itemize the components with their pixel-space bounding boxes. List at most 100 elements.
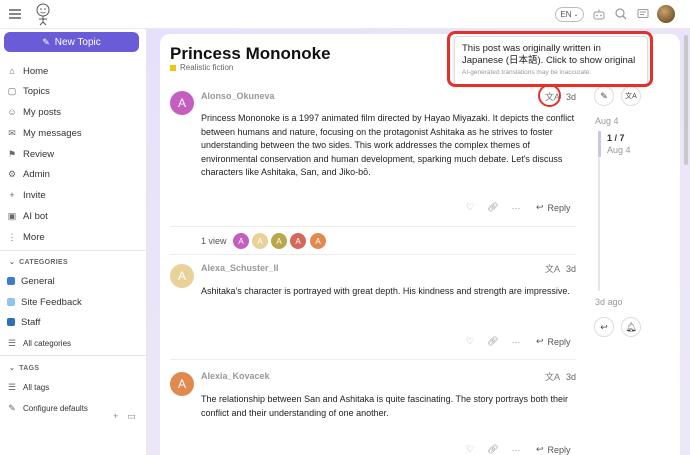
- sidebar-item-review[interactable]: ⚑ Review: [7, 146, 54, 162]
- new-topic-button[interactable]: ✎ New Topic: [4, 32, 139, 52]
- edit-topic-button[interactable]: ✎: [594, 86, 614, 106]
- language-label: EN: [560, 10, 572, 19]
- chevron-down-icon: ⌄: [9, 259, 16, 266]
- topic-category-badge[interactable]: Realistic fiction: [170, 63, 233, 72]
- sidebar-item-admin[interactable]: ⚙ Admin: [7, 166, 50, 182]
- pencil-icon: ✎: [8, 402, 16, 413]
- category-color-icon: [7, 277, 15, 285]
- post-username[interactable]: Alexa_Schuster_II: [201, 263, 279, 273]
- avatar[interactable]: A: [290, 233, 306, 249]
- sidebar-item-label: All tags: [23, 382, 50, 392]
- post-username[interactable]: Alonso_Okuneva: [201, 91, 275, 101]
- reply-topic-button[interactable]: ↩: [594, 317, 614, 337]
- sidebar-item-invite[interactable]: + Invite: [7, 187, 45, 203]
- user-icon: ☺: [7, 107, 17, 117]
- heart-icon[interactable]: ♡: [466, 336, 474, 347]
- reply-label: Reply: [547, 202, 571, 213]
- view-count: 1 view: [201, 236, 227, 246]
- sidebar-item-my-posts[interactable]: ☺ My posts: [7, 104, 61, 120]
- user-avatar[interactable]: [657, 5, 675, 23]
- post-meta: 文A 3d: [545, 262, 576, 275]
- site-logo-icon[interactable]: [33, 2, 53, 26]
- avatar[interactable]: A: [170, 91, 194, 115]
- sidebar-item-label: Topics: [23, 85, 50, 97]
- link-icon[interactable]: 🔗︎: [487, 336, 498, 347]
- search-icon[interactable]: [614, 7, 628, 21]
- reply-button[interactable]: ↩ Reply: [536, 202, 571, 213]
- sidebar-item-home[interactable]: ⌂ Home: [7, 63, 48, 79]
- hamburger-menu-icon[interactable]: [9, 9, 21, 19]
- translate-icon[interactable]: 文A: [545, 262, 560, 275]
- reply-icon: ↩: [536, 202, 544, 212]
- tags-section-header[interactable]: ⌄ TAGS: [9, 364, 39, 373]
- timeline-end-label[interactable]: 3d ago: [595, 297, 623, 307]
- reply-label: Reply: [547, 336, 571, 347]
- sidebar-item-all-tags[interactable]: ☰ All tags: [7, 379, 49, 395]
- chevron-down-icon: ⌄: [573, 12, 579, 18]
- timeline-start-date[interactable]: Aug 4: [595, 116, 619, 126]
- reply-icon: ↩: [536, 336, 544, 346]
- avatar[interactable]: A: [310, 233, 326, 249]
- link-icon[interactable]: 🔗︎: [487, 202, 498, 213]
- page-title[interactable]: Princess Mononoke: [170, 44, 331, 64]
- language-selector[interactable]: EN ⌄: [555, 7, 584, 22]
- avatar[interactable]: A: [271, 233, 287, 249]
- heart-icon[interactable]: ♡: [466, 444, 474, 455]
- more-icon[interactable]: ···: [512, 203, 521, 213]
- keyboard-icon[interactable]: ▭: [127, 411, 136, 422]
- sidebar-item-more[interactable]: ⋮ More: [7, 229, 45, 245]
- plus-icon[interactable]: +: [113, 411, 118, 422]
- sidebar-item-topics[interactable]: ▢ Topics: [7, 83, 50, 99]
- post-divider: [170, 359, 576, 360]
- post-username[interactable]: Alexia_Kovacek: [201, 371, 270, 381]
- flag-icon: ⚑: [7, 148, 17, 159]
- sidebar-item-label: Home: [23, 65, 49, 77]
- sidebar-item-label: All categories: [23, 338, 72, 348]
- topics-icon: ▢: [7, 85, 17, 96]
- reply-button[interactable]: ↩ Reply: [536, 444, 571, 455]
- sidebar-item-configure-defaults[interactable]: ✎ Configure defaults: [7, 400, 88, 416]
- avatar[interactable]: A: [170, 372, 194, 396]
- reply-button[interactable]: ↩ Reply: [536, 336, 571, 347]
- post-age[interactable]: 3d: [566, 372, 576, 382]
- categories-section-header[interactable]: ⌄ CATEGORIES: [9, 258, 68, 267]
- sidebar-item-general[interactable]: General: [7, 273, 55, 289]
- bot-icon[interactable]: [592, 7, 606, 21]
- timeline-handle[interactable]: [598, 131, 601, 157]
- post-divider: [170, 254, 576, 255]
- avatar[interactable]: A: [252, 233, 268, 249]
- page-scrollbar[interactable]: [684, 35, 688, 165]
- top-header: EN ⌄: [0, 0, 690, 29]
- sidebar-item-label: AI bot: [23, 210, 48, 222]
- post-age[interactable]: 3d: [566, 92, 576, 102]
- sidebar-item-site-feedback[interactable]: Site Feedback: [7, 294, 82, 310]
- sidebar-item-all-categories[interactable]: ☰ All categories: [7, 335, 71, 351]
- highlight-circle: [538, 84, 561, 107]
- chevron-down-icon: ⌄: [9, 365, 16, 372]
- sidebar-item-label: Admin: [23, 168, 50, 180]
- sidebar-item-ai-bot[interactable]: ▣ AI bot: [7, 208, 48, 224]
- inbox-icon: ✉: [8, 127, 16, 138]
- translate-topic-button[interactable]: 文A: [621, 86, 641, 106]
- link-icon[interactable]: 🔗︎: [487, 444, 498, 455]
- chat-icon[interactable]: [636, 7, 650, 21]
- sidebar-item-label: Review: [23, 148, 55, 160]
- post-body: The relationship between San and Ashitak…: [201, 394, 569, 418]
- new-topic-label: New Topic: [54, 36, 101, 48]
- list-icon: ☰: [7, 381, 17, 392]
- post-age[interactable]: 3d: [566, 264, 576, 274]
- sidebar-item-my-messages[interactable]: ✉ My messages: [7, 125, 81, 141]
- more-icon: ⋮: [7, 231, 17, 242]
- avatar[interactable]: A: [233, 233, 249, 249]
- translate-icon: 文A: [625, 93, 637, 100]
- notification-button[interactable]: 🔔︎: [621, 317, 641, 337]
- sidebar-item-staff[interactable]: Staff: [7, 314, 40, 330]
- heart-icon[interactable]: ♡: [466, 202, 474, 213]
- post-actions: ♡ 🔗︎ ···: [466, 444, 534, 455]
- translate-icon[interactable]: 文A: [545, 370, 560, 383]
- highlight-annotation: [447, 31, 653, 87]
- more-icon[interactable]: ···: [512, 337, 521, 347]
- sidebar-item-label: Site Feedback: [21, 296, 82, 308]
- more-icon[interactable]: ···: [512, 445, 521, 455]
- avatar[interactable]: A: [170, 264, 194, 288]
